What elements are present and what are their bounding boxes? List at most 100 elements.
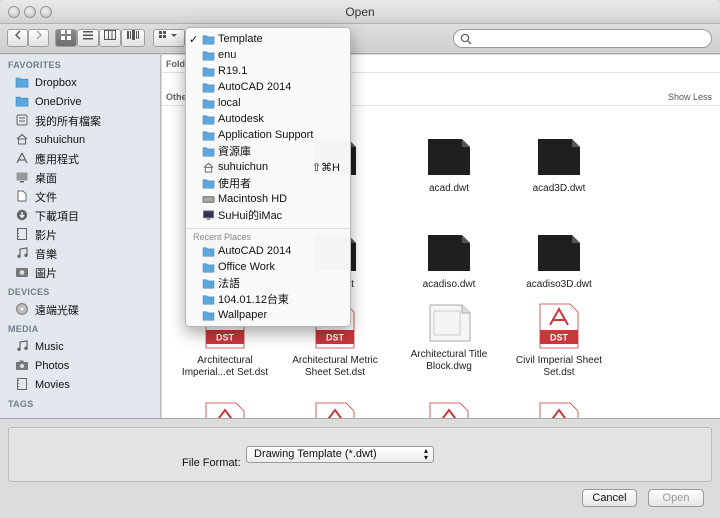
- folder-icon: [202, 130, 215, 141]
- chevron-right-icon: [36, 30, 42, 40]
- menu-item-label: AutoCAD 2014: [218, 81, 292, 93]
- sidebar-item[interactable]: 桌面: [0, 168, 160, 187]
- list-view-button[interactable]: [77, 29, 99, 47]
- arrange-button[interactable]: [153, 29, 185, 47]
- sidebar-item[interactable]: 下載項目: [0, 206, 160, 225]
- show-less-link[interactable]: Show Less: [668, 88, 712, 106]
- sidebar-item[interactable]: suhuichun: [0, 130, 160, 149]
- applications-icon: [15, 152, 29, 165]
- location-menu-item[interactable]: ✓ Template: [186, 31, 350, 47]
- sheet-set-file-icon: [536, 402, 582, 418]
- column-view-button[interactable]: [99, 29, 121, 47]
- sheet-set-file-icon: [312, 402, 358, 418]
- desktop-icon: [15, 171, 29, 184]
- location-menu-item[interactable]: local: [186, 95, 350, 111]
- sidebar-item[interactable]: 音樂: [0, 244, 160, 263]
- devices-section-header: DEVICES: [8, 287, 50, 297]
- sidebar-item[interactable]: Music: [0, 337, 160, 356]
- search-field[interactable]: [453, 29, 712, 48]
- sidebar-item[interactable]: 影片: [0, 225, 160, 244]
- back-button[interactable]: [7, 29, 28, 47]
- title-bar: Open: [0, 0, 720, 24]
- file-format-select[interactable]: Drawing Template (*.dwt) ▴ ▾: [246, 446, 434, 463]
- sidebar-item[interactable]: OneDrive: [0, 92, 160, 111]
- location-menu-item[interactable]: suhuichun ⇧⌘H: [186, 159, 350, 175]
- folder-icon: [15, 95, 29, 108]
- menu-item-label: AutoCAD 2014: [218, 245, 292, 257]
- file-name: acad.dwt: [428, 183, 470, 194]
- sidebar-item[interactable]: 我的所有檔案: [0, 111, 160, 130]
- drawing-file-icon: [394, 303, 504, 346]
- menu-item-label: Autodesk: [218, 113, 264, 125]
- folder-icon: [202, 294, 215, 305]
- menu-item-label: 104.01.12台東: [218, 294, 289, 306]
- sidebar: FAVORITES Dropbox OneDrive 我的所有檔案 suhuichun 應…: [0, 55, 161, 418]
- file-format-label: File Format:: [182, 457, 241, 469]
- menu-shortcut: ⇧⌘H: [311, 161, 340, 174]
- sidebar-item[interactable]: 文件: [0, 187, 160, 206]
- home-icon: [202, 162, 215, 173]
- recent-place-menu-item[interactable]: 法語: [186, 275, 350, 291]
- cancel-button[interactable]: Cancel: [582, 489, 637, 507]
- recent-place-menu-item[interactable]: Office Work: [186, 259, 350, 275]
- updown-arrows-icon: ▴ ▾: [423, 446, 428, 462]
- folder-icon: [202, 114, 215, 125]
- open-button[interactable]: Open: [648, 489, 704, 507]
- menu-item-label: 使用者: [218, 178, 251, 190]
- file-item[interactable]: acadiso.dwt: [394, 233, 504, 291]
- file-format-value: Drawing Template (*.dwt): [254, 448, 377, 460]
- location-menu-item[interactable]: Autodesk: [186, 111, 350, 127]
- file-name: acadiso3D.dwt: [526, 279, 592, 290]
- sidebar-item[interactable]: Dropbox: [0, 73, 160, 92]
- drawing-file-icon: [394, 137, 504, 180]
- downloads-icon: [15, 209, 29, 222]
- svg-text:DST: DST: [326, 333, 345, 343]
- location-menu-item[interactable]: enu: [186, 47, 350, 63]
- location-menu-item[interactable]: 資源庫: [186, 143, 350, 159]
- sidebar-item[interactable]: 應用程式: [0, 149, 160, 168]
- file-item[interactable]: Architectural Title Block.dwg: [394, 303, 504, 373]
- folder-icon: [202, 66, 215, 77]
- sidebar-item[interactable]: Photos: [0, 356, 160, 375]
- location-menu-item[interactable]: R19.1: [186, 63, 350, 79]
- location-menu-item[interactable]: 使用者: [186, 175, 350, 191]
- sidebar-item-label: 桌面: [35, 172, 57, 185]
- file-item[interactable]: DST Civil Imperial Sheet Set.dst: [504, 303, 614, 379]
- arrange-icon: [159, 31, 177, 38]
- file-item[interactable]: acadiso3D.dwt: [504, 233, 614, 291]
- other-section-label: Othe: [166, 92, 187, 102]
- menu-item-label: enu: [218, 49, 237, 61]
- sidebar-item-label: Music: [35, 340, 64, 353]
- favorites-section-header: FAVORITES: [8, 60, 62, 70]
- search-icon: [460, 33, 472, 45]
- location-menu-item[interactable]: Macintosh HD: [186, 191, 350, 207]
- file-item[interactable]: acad3D.dwt: [504, 137, 614, 195]
- sidebar-item-label: 遠端光碟: [35, 304, 79, 317]
- sidebar-item[interactable]: Movies: [0, 375, 160, 394]
- forward-button[interactable]: [28, 29, 49, 47]
- recent-place-menu-item[interactable]: 104.01.12台東: [186, 291, 350, 307]
- menu-item-label: 資源庫: [218, 146, 251, 158]
- sidebar-item[interactable]: 圖片: [0, 263, 160, 282]
- recent-place-menu-item[interactable]: Wallpaper: [186, 307, 350, 323]
- folder-icon: [202, 278, 215, 289]
- sidebar-item-label: suhuichun: [35, 133, 86, 146]
- menu-item-label: 法語: [218, 278, 240, 290]
- recent-place-menu-item[interactable]: AutoCAD 2014: [186, 243, 350, 259]
- file-name: Architectural Imperial...et Set.dst: [181, 355, 269, 378]
- svg-text:DST: DST: [550, 333, 569, 343]
- column-view-icon: [104, 30, 116, 40]
- file-item[interactable]: acad.dwt: [394, 137, 504, 195]
- coverflow-view-button[interactable]: [121, 29, 145, 47]
- folder-icon: [202, 178, 215, 189]
- location-menu-item[interactable]: Application Support: [186, 127, 350, 143]
- icon-view-button[interactable]: [55, 29, 77, 47]
- folder-icon: [202, 34, 215, 45]
- sidebar-item-label: 圖片: [35, 267, 57, 280]
- menu-item-label: R19.1: [218, 65, 248, 77]
- sidebar-item[interactable]: 遠端光碟: [0, 300, 160, 319]
- sheet-set-file-icon: [202, 402, 248, 418]
- location-menu-item[interactable]: SuHui的iMac: [186, 207, 350, 223]
- folder-icon: [202, 50, 215, 61]
- location-menu-item[interactable]: AutoCAD 2014: [186, 79, 350, 95]
